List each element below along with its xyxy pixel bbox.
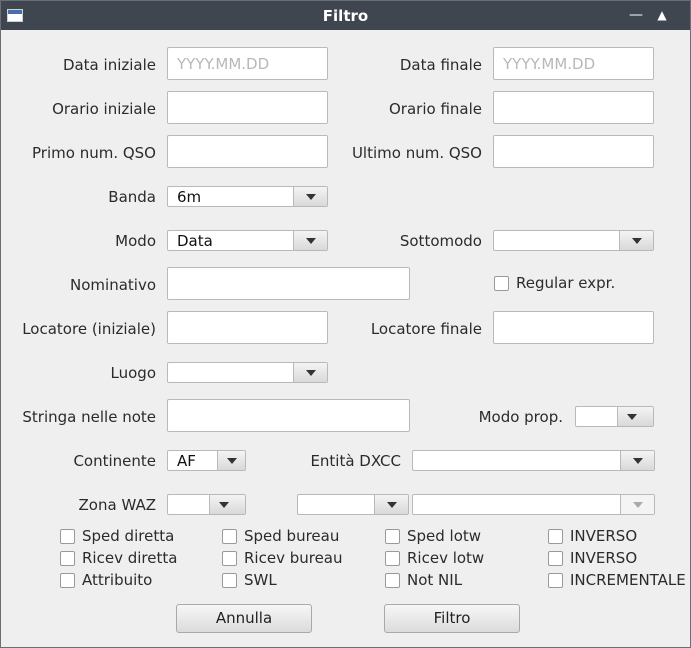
label-continente: Continente [73,452,156,470]
zona-waz-select[interactable] [167,494,246,515]
banda-select[interactable]: 6m [167,186,328,207]
minimize-icon[interactable]: — [627,6,645,24]
label-locatore-finale: Locatore finale [370,320,482,338]
ultimo-num-qso-input[interactable] [494,136,653,167]
locatore-iniziale-field[interactable] [167,311,328,344]
sottomodo-select[interactable] [493,230,654,251]
luogo-select[interactable] [167,362,328,383]
inverso-2-label: INVERSO [570,549,638,567]
chevron-down-icon[interactable] [217,451,245,470]
attribuito-checkbox[interactable] [60,573,75,588]
orario-iniziale-field[interactable] [167,91,328,124]
banda-value: 6m [177,188,202,206]
label-primo-num-qso: Primo num. QSO [32,144,156,162]
stringa-note-field[interactable] [167,399,410,432]
continente-select[interactable]: AF [167,450,246,471]
incrementale-label: INCREMENTALE [570,571,686,589]
attribuito-label: Attribuito [82,571,153,589]
sped-bureau-label: Sped bureau [244,527,340,545]
chevron-down-icon[interactable] [209,495,245,514]
label-sottomodo: Sottomodo [399,232,482,250]
ricev-bureau-label: Ricev bureau [244,549,343,567]
maximize-icon[interactable]: ▲ [653,6,671,24]
ricev-bureau-checkbox[interactable] [222,551,237,566]
chevron-down-icon[interactable] [293,187,327,206]
sped-lotw-checkbox[interactable] [385,529,400,544]
modo-prop-select[interactable] [575,406,654,427]
sped-diretta-checkbox[interactable] [60,529,75,544]
primo-num-qso-field[interactable] [167,135,328,168]
ultimo-num-qso-field[interactable] [493,135,654,168]
chevron-down-icon[interactable] [374,495,408,514]
ricev-lotw-checkbox[interactable] [385,551,400,566]
modo-value: Data [177,232,213,250]
locatore-finale-input[interactable] [494,312,653,343]
sped-lotw-label: Sped lotw [407,527,482,545]
label-data-finale: Data finale [399,56,482,74]
swl-checkbox[interactable] [222,573,237,588]
inverso-1-checkbox[interactable] [548,529,563,544]
label-stringa-note: Stringa nelle note [22,408,156,426]
entita-dxcc-select[interactable] [412,450,655,471]
chevron-down-icon[interactable] [617,407,653,426]
modo-select[interactable]: Data [167,230,328,251]
orario-iniziale-input[interactable] [168,92,327,123]
label-banda: Banda [108,188,156,206]
locatore-iniziale-input[interactable] [168,312,327,343]
continente-value: AF [177,452,196,470]
data-iniziale-field[interactable] [167,47,328,80]
data-finale-field[interactable] [493,47,654,80]
label-zona-waz: Zona WAZ [78,496,156,514]
sped-diretta-label: Sped diretta [82,527,175,545]
window-title: Filtro [322,7,369,25]
chevron-down-icon[interactable] [293,231,327,250]
stringa-note-input[interactable] [168,400,409,431]
title-bar: Filtro — ▲ [1,1,690,30]
label-orario-finale: Orario finale [389,100,482,118]
chevron-down-icon [620,495,654,514]
ricev-diretta-label: Ricev diretta [82,549,178,567]
data-finale-input[interactable] [494,48,653,79]
filtro-button[interactable]: Filtro [384,604,520,633]
label-ultimo-num-qso: Ultimo num. QSO [351,144,482,162]
inverso-1-label: INVERSO [570,527,638,545]
filter-dialog: Filtro — ▲ Data iniziale Data finale Ora… [0,0,691,648]
label-locatore-iniziale: Locatore (iniziale) [22,320,156,338]
label-modo: Modo [115,232,156,250]
primo-num-qso-input[interactable] [168,136,327,167]
orario-finale-input[interactable] [494,92,653,123]
chevron-down-icon[interactable] [619,231,653,250]
label-nominativo: Nominativo [70,276,156,294]
secondary-select[interactable] [297,494,409,515]
label-modo-prop: Modo prop. [478,408,563,426]
label-data-iniziale: Data iniziale [62,56,156,74]
incrementale-checkbox[interactable] [548,573,563,588]
label-entita-dxcc: Entità DXCC [310,452,401,470]
orario-finale-field[interactable] [493,91,654,124]
ricev-lotw-label: Ricev lotw [407,549,485,567]
sped-bureau-checkbox[interactable] [222,529,237,544]
nominativo-input[interactable] [168,268,409,299]
annulla-button[interactable]: Annulla [176,604,312,633]
inverso-2-checkbox[interactable] [548,551,563,566]
locatore-finale-field[interactable] [493,311,654,344]
ricev-diretta-checkbox[interactable] [60,551,75,566]
label-orario-iniziale: Orario iniziale [52,100,156,118]
chevron-down-icon[interactable] [293,363,327,382]
regular-expr-checkbox[interactable] [494,276,509,291]
data-iniziale-input[interactable] [168,48,327,79]
nominativo-field[interactable] [167,267,410,300]
swl-label: SWL [244,571,277,589]
not-nil-label: Not NIL [407,571,463,589]
chevron-down-icon[interactable] [620,451,654,470]
not-nil-checkbox[interactable] [385,573,400,588]
tertiary-select [412,494,655,515]
regular-expr-label: Regular expr. [516,274,616,292]
label-luogo: Luogo [110,364,156,382]
